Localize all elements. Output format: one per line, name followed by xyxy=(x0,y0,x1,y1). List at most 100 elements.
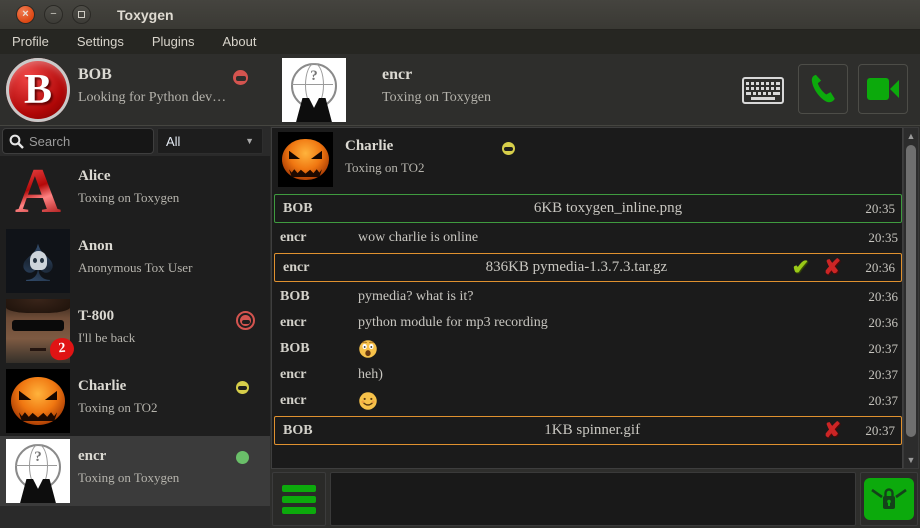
file-transfer-row: BOB1KB spinner.gif✘ 20:37 xyxy=(274,416,902,445)
message-row: encrpython module for mp3 recording20:36 xyxy=(272,310,903,336)
away-status-icon xyxy=(502,142,515,155)
chat-area: Charlie Toxing on TO2 BOB6KB toxygen_inl… xyxy=(270,126,920,528)
unread-count-badge: 2 xyxy=(49,337,74,361)
menu-profile[interactable]: Profile xyxy=(0,30,63,54)
menu-bar: ProfileSettingsPluginsAbout xyxy=(0,30,920,54)
message-timestamp: 20:36 xyxy=(858,289,903,305)
chat-peer-status: Toxing on TO2 xyxy=(345,160,425,176)
file-transfer-row: encr836KB pymedia-1.3.7.3.tar.gz✔✘20:36 xyxy=(274,253,902,282)
message-sender: encr xyxy=(272,367,358,383)
spade-avatar: ♠ xyxy=(6,229,70,293)
smile-emoji-icon xyxy=(358,391,378,411)
message-timestamp: 20:37 xyxy=(858,393,903,409)
chat-menu-button[interactable] xyxy=(272,472,326,526)
scroll-up-icon[interactable]: ▲ xyxy=(904,129,918,143)
scroll-down-icon[interactable]: ▼ xyxy=(904,453,918,467)
message-timestamp: 20:37 xyxy=(858,341,903,357)
maximize-icon xyxy=(78,11,85,18)
message-text xyxy=(358,391,858,411)
message-sender: encr xyxy=(275,260,361,276)
chat-peer-header: Charlie Toxing on TO2 xyxy=(272,128,902,190)
contact-name: Anon xyxy=(78,238,113,255)
message-row: BOB20:37 xyxy=(272,336,903,362)
contact-name: Charlie xyxy=(78,378,126,395)
hamburger-menu-icon xyxy=(282,485,316,492)
maximize-window-button[interactable] xyxy=(72,5,91,24)
avatar-letter: B xyxy=(24,66,52,114)
header: B BOB Looking for Python dev… ? encr Tox… xyxy=(0,54,920,126)
self-status-message: Looking for Python dev… xyxy=(78,90,226,106)
busy-status-icon[interactable] xyxy=(233,70,248,85)
message-row: BOBpymedia? what is it?20:36 xyxy=(272,284,903,310)
hamburger-menu-icon xyxy=(282,496,316,503)
search-input[interactable] xyxy=(29,134,139,149)
accept-file-button[interactable]: ✔ xyxy=(792,257,810,278)
message-timestamp: 20:36 xyxy=(855,260,901,276)
contact-list: AAliceToxing on Toxygen♠AnonAnonymous To… xyxy=(0,156,270,506)
online-status-icon xyxy=(236,451,249,464)
message-sender: encr xyxy=(272,393,358,409)
keyboard-icon[interactable] xyxy=(742,77,784,104)
contact-filter-dropdown[interactable]: All ▼ xyxy=(157,128,263,154)
shocked-emoji-icon xyxy=(358,339,378,359)
menu-plugins[interactable]: Plugins xyxy=(138,30,209,54)
chat-peer-name: Charlie xyxy=(345,138,393,155)
search-row: All ▼ xyxy=(0,126,270,156)
mouth xyxy=(30,348,45,351)
self-avatar[interactable]: B xyxy=(6,58,70,122)
sunglasses xyxy=(12,320,64,331)
message-list: Charlie Toxing on TO2 BOB6KB toxygen_inl… xyxy=(271,127,903,469)
message-timestamp: 20:37 xyxy=(855,423,901,439)
menu-settings[interactable]: Settings xyxy=(63,30,138,54)
decline-file-button[interactable]: ✘ xyxy=(823,257,841,278)
contact-item-t-800[interactable]: T-800I'll be back2 xyxy=(0,296,270,366)
audio-call-button[interactable] xyxy=(798,64,848,114)
message-sender: BOB xyxy=(272,289,358,305)
busy-status-icon xyxy=(236,311,255,330)
message-timestamp: 20:36 xyxy=(858,315,903,331)
video-call-button[interactable] xyxy=(858,64,908,114)
contact-item-encr[interactable]: ?encrToxing on Toxygen xyxy=(0,436,270,506)
scrollbar-thumb[interactable] xyxy=(906,145,916,437)
message-timestamp: 20:35 xyxy=(855,201,901,217)
file-transfer-actions: ✔✘ xyxy=(792,257,841,278)
self-profile[interactable]: B BOB Looking for Python dev… xyxy=(0,54,270,126)
contact-item-alice[interactable]: AAliceToxing on Toxygen xyxy=(0,156,270,226)
message-row: encrheh)20:37 xyxy=(272,362,903,388)
phone-icon xyxy=(807,73,839,105)
window-controls: × − xyxy=(16,5,91,24)
hair xyxy=(6,299,70,313)
window-title: Toxygen xyxy=(117,7,174,23)
file-transfer-label: 1KB spinner.gif xyxy=(361,422,823,439)
decline-file-button[interactable]: ✘ xyxy=(823,420,841,441)
pumpkin-avatar xyxy=(6,369,70,433)
away-status-icon xyxy=(236,381,249,394)
file-transfer-label: 836KB pymedia-1.3.7.3.tar.gz xyxy=(361,259,792,276)
message-text: wow charlie is online xyxy=(358,230,858,246)
contact-item-anon[interactable]: ♠AnonAnonymous Tox User xyxy=(0,226,270,296)
message-sender: BOB xyxy=(275,201,361,217)
menu-about[interactable]: About xyxy=(208,30,270,54)
contact-status-message: I'll be back xyxy=(78,330,135,346)
message-input[interactable] xyxy=(330,472,856,526)
active-contact-panel: ? encr Toxing on Toxygen xyxy=(270,54,920,126)
search-icon xyxy=(9,134,24,149)
messages-scrollbar[interactable]: ▲ ▼ xyxy=(903,127,919,469)
active-contact-name: encr xyxy=(382,66,412,84)
close-window-button[interactable]: × xyxy=(16,5,35,24)
message-timestamp: 20:37 xyxy=(858,367,903,383)
contact-item-charlie[interactable]: CharlieToxing on TO2 xyxy=(0,366,270,436)
anonymous-question-mark: ? xyxy=(6,449,70,466)
chevron-down-icon: ▼ xyxy=(245,136,254,146)
composer xyxy=(270,470,920,528)
active-contact-avatar: ? xyxy=(282,58,346,122)
minimize-window-button[interactable]: − xyxy=(44,5,63,24)
active-contact-status: Toxing on Toxygen xyxy=(382,90,491,106)
message-sender: BOB xyxy=(275,423,361,439)
message-row: encr 20:37 xyxy=(272,388,903,414)
toxygen-window: × − Toxygen ProfileSettingsPluginsAbout … xyxy=(0,0,920,528)
contact-name: Alice xyxy=(78,168,110,185)
message-sender: encr xyxy=(272,230,358,246)
send-message-button[interactable] xyxy=(864,478,914,520)
letter-a-avatar: A xyxy=(6,159,70,223)
